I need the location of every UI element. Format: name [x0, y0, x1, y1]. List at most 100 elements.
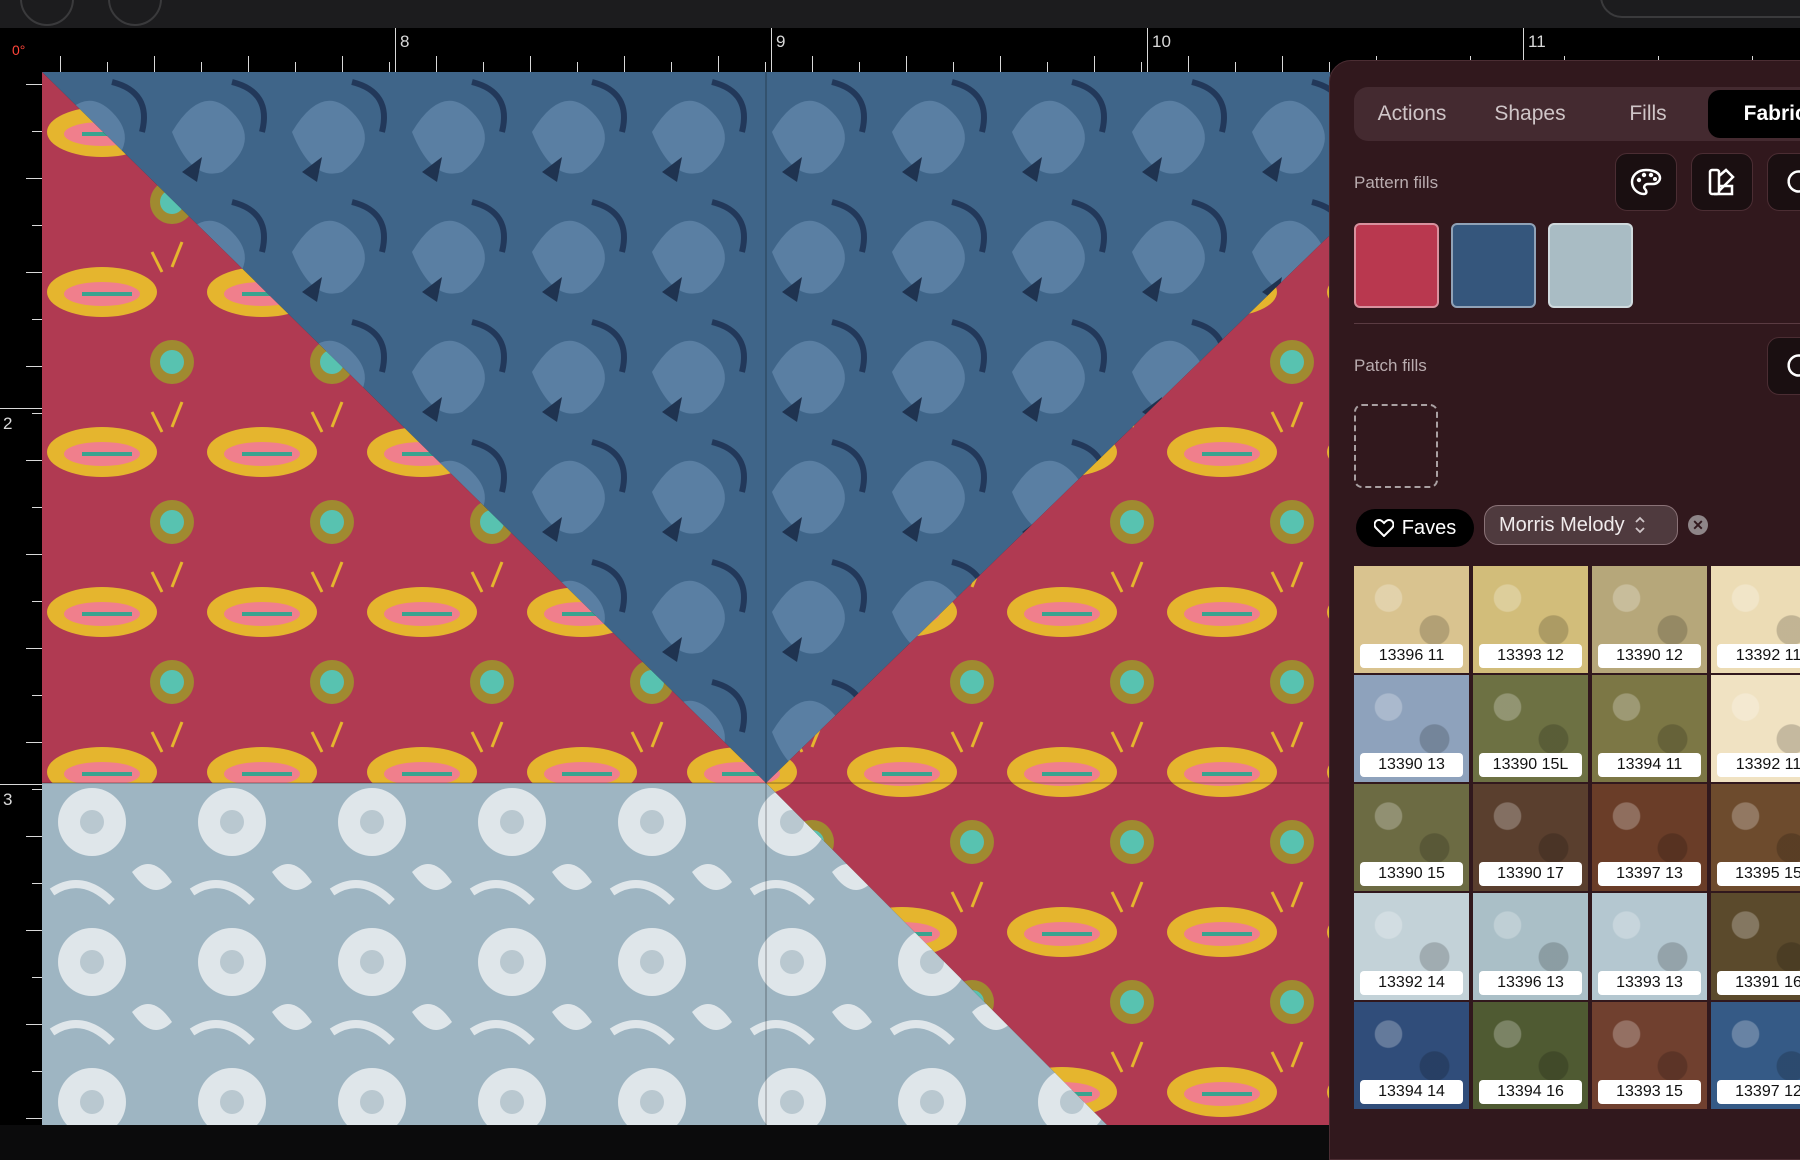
ruler-number: 2 — [3, 414, 13, 433]
ruler-major-tick — [771, 28, 772, 72]
ruler-tick — [26, 742, 42, 743]
ruler-tick — [201, 62, 202, 72]
collection-select[interactable]: Morris Melody — [1484, 505, 1678, 545]
section-divider — [1354, 323, 1800, 324]
ruler-number: 10 — [1152, 32, 1171, 51]
palette-button[interactable] — [1615, 153, 1677, 211]
fabric-tile[interactable]: 13396 11 — [1354, 566, 1469, 673]
empty-patch-slot[interactable] — [1354, 404, 1438, 488]
ruler-tick — [530, 56, 531, 72]
ruler-tick — [1141, 62, 1142, 72]
refresh-icon — [1787, 170, 1800, 193]
pattern-swatch-blue[interactable] — [1451, 223, 1536, 308]
ruler-number: 8 — [400, 32, 410, 51]
clear-collection-button[interactable]: ✕ — [1688, 515, 1708, 535]
ruler-major-tick — [1147, 28, 1148, 72]
vertical-ruler: 23 — [0, 72, 42, 1125]
panel-tabs: Actions Shapes Fills Fabrics — [1354, 87, 1800, 141]
fabric-code-label: 13394 14 — [1360, 1080, 1463, 1104]
ruler-tick — [26, 272, 42, 273]
toolbar-button-second[interactable] — [108, 0, 162, 26]
palette-icon — [1630, 168, 1662, 196]
ruler-tick — [32, 1071, 42, 1072]
ruler-tick — [26, 460, 42, 461]
fabric-tile[interactable]: 13390 13 — [1354, 675, 1469, 782]
ruler-tick — [32, 977, 42, 978]
fabric-tile[interactable]: 13397 12 — [1711, 1002, 1800, 1109]
ruler-tick — [953, 62, 954, 72]
fabric-tile[interactable]: 13394 16 — [1473, 1002, 1588, 1109]
ruler-tick — [718, 56, 719, 72]
fabric-code-label: 13392 14 — [1360, 971, 1463, 995]
fabric-code-label: 13392 11 — [1717, 644, 1800, 668]
ruler-tick — [765, 62, 766, 72]
fabric-tile[interactable]: 13390 17 — [1473, 784, 1588, 891]
tab-fills[interactable]: Fills — [1590, 87, 1706, 141]
fabric-tile[interactable]: 13392 11 — [1711, 675, 1800, 782]
pattern-swatch-light-blue[interactable] — [1548, 223, 1633, 308]
ruler-number: 9 — [776, 32, 786, 51]
fabric-code-label: 13391 16 — [1717, 971, 1800, 995]
fabric-code-label: 13395 15 — [1717, 862, 1800, 886]
fabric-tile[interactable]: 13397 13 — [1592, 784, 1707, 891]
fabric-code-label: 13397 13 — [1598, 862, 1701, 886]
ruler-tick — [248, 56, 249, 72]
rotation-angle: 0° — [12, 42, 26, 58]
fabric-tile[interactable]: 13392 11 — [1711, 566, 1800, 673]
fabric-tile[interactable]: 13396 13 — [1473, 893, 1588, 1000]
ruler-tick — [26, 178, 42, 179]
fabric-code-label: 13390 15L — [1479, 753, 1582, 777]
quilt-canvas[interactable] — [42, 72, 1330, 1125]
fabric-tile[interactable]: 13393 13 — [1592, 893, 1707, 1000]
fabric-tile[interactable]: 13391 16 — [1711, 893, 1800, 1000]
swatch-book-button[interactable] — [1691, 153, 1753, 211]
ruler-tick — [32, 225, 42, 226]
fabric-code-label: 13393 13 — [1598, 971, 1701, 995]
ruler-tick — [107, 62, 108, 72]
toolbar-pill-control[interactable] — [1600, 0, 1800, 18]
ruler-tick — [295, 62, 296, 72]
ruler-tick — [906, 56, 907, 72]
ruler-number: 3 — [3, 790, 13, 809]
ruler-major-tick — [0, 784, 42, 785]
toolbar-button-left[interactable] — [20, 0, 74, 26]
ruler-tick — [154, 56, 155, 72]
ruler-tick — [1000, 56, 1001, 72]
ruler-tick — [26, 1118, 42, 1119]
ruler-tick — [859, 62, 860, 72]
fabric-code-label: 13390 17 — [1479, 862, 1582, 886]
fabric-tile[interactable]: 13393 15 — [1592, 1002, 1707, 1109]
ruler-tick — [671, 62, 672, 72]
ruler-tick — [1047, 62, 1048, 72]
ruler-tick — [32, 413, 42, 414]
fabric-tile[interactable]: 13390 15 — [1354, 784, 1469, 891]
refresh-patch-button[interactable] — [1767, 337, 1800, 395]
top-toolbar — [0, 0, 1800, 28]
fabric-tile[interactable]: 13395 15 — [1711, 784, 1800, 891]
ruler-tick — [32, 319, 42, 320]
ruler-tick — [389, 62, 390, 72]
fabric-tile[interactable]: 13390 12 — [1592, 566, 1707, 673]
ruler-tick — [577, 62, 578, 72]
refresh-pattern-button[interactable] — [1767, 153, 1800, 211]
tab-fabrics[interactable]: Fabrics — [1708, 90, 1800, 138]
fabric-tile[interactable]: 13394 11 — [1592, 675, 1707, 782]
tab-shapes[interactable]: Shapes — [1472, 87, 1588, 141]
ruler-tick — [812, 56, 813, 72]
fabric-tile[interactable]: 13390 15L — [1473, 675, 1588, 782]
tab-actions[interactable]: Actions — [1354, 87, 1470, 141]
fabric-code-label: 13392 11 — [1717, 753, 1800, 777]
fabric-tile[interactable]: 13394 14 — [1354, 1002, 1469, 1109]
ruler-major-tick — [0, 408, 42, 409]
ruler-tick — [26, 648, 42, 649]
refresh-icon — [1787, 354, 1800, 377]
pattern-swatch-red[interactable] — [1354, 223, 1439, 308]
fabric-tile[interactable]: 13393 12 — [1473, 566, 1588, 673]
fabric-tile[interactable]: 13392 14 — [1354, 893, 1469, 1000]
chevron-up-down-icon — [1634, 516, 1645, 534]
fabric-code-label: 13393 12 — [1479, 644, 1582, 668]
fabric-code-label: 13393 15 — [1598, 1080, 1701, 1104]
ruler-tick — [26, 84, 42, 85]
fabric-code-label: 13394 11 — [1598, 753, 1701, 777]
faves-button[interactable]: Faves — [1356, 509, 1474, 547]
